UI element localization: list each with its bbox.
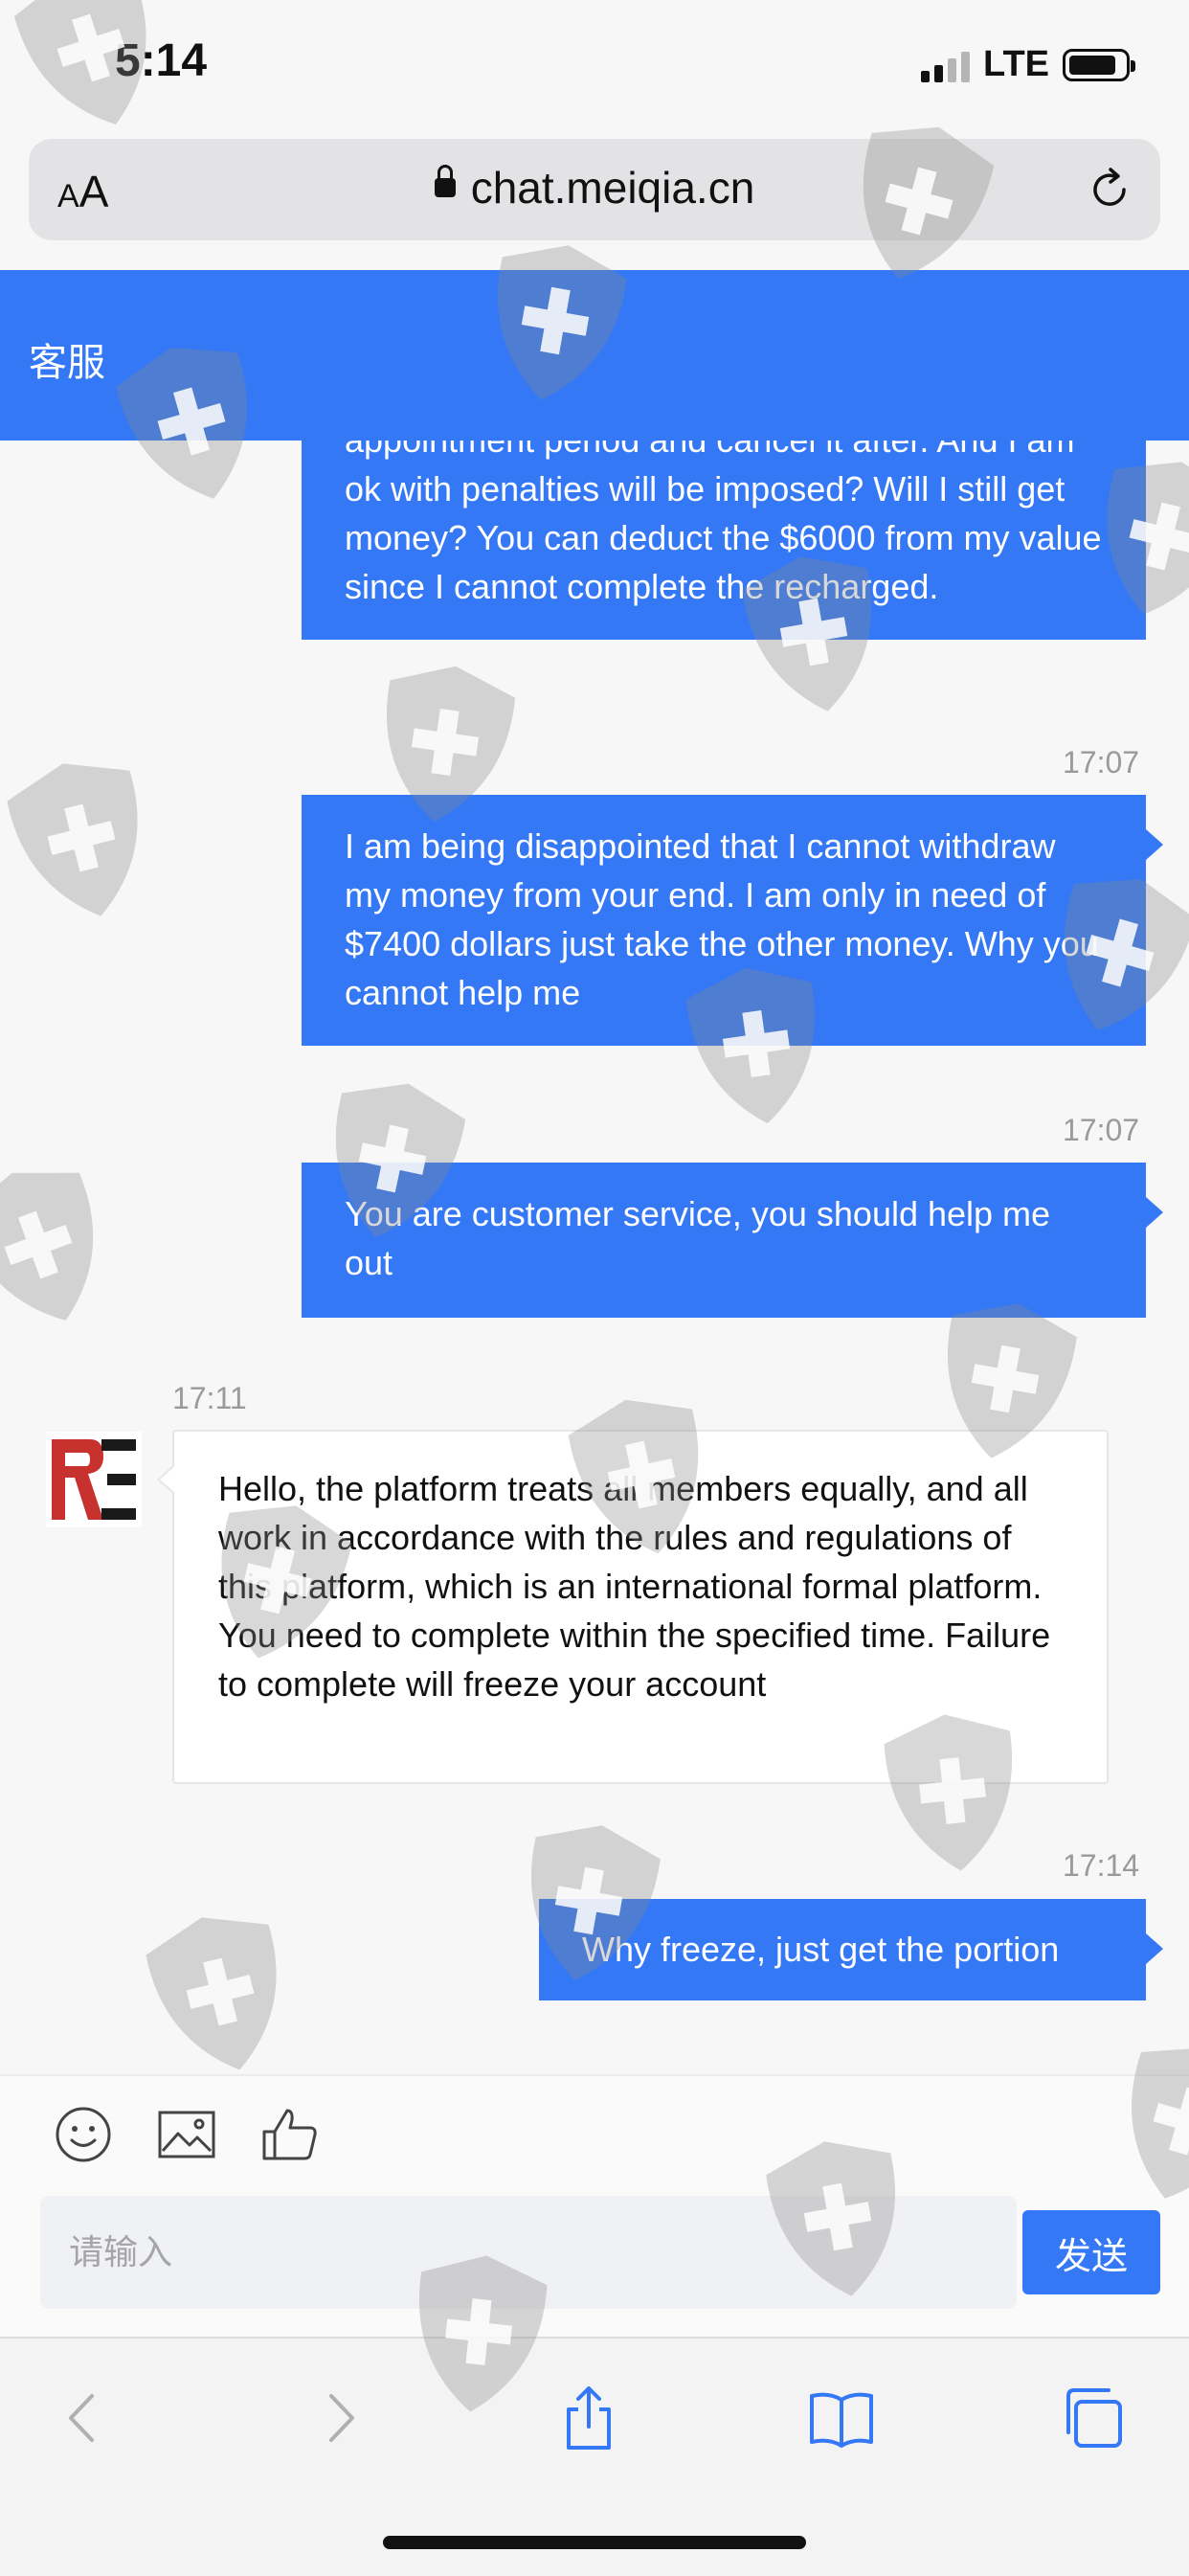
chat-header: 客服 bbox=[0, 270, 1189, 441]
message-outgoing: I am being disappointed that I cannot wi… bbox=[302, 795, 1163, 1046]
address-bar[interactable]: AA chat.meiqia.cn bbox=[29, 139, 1160, 240]
back-icon[interactable] bbox=[50, 2384, 117, 2452]
status-indicators: LTE bbox=[921, 44, 1135, 85]
message-outgoing: You are customer service, you should hel… bbox=[302, 1163, 1163, 1318]
message-timestamp: 17:07 bbox=[1063, 745, 1140, 780]
reload-icon[interactable] bbox=[1086, 166, 1133, 214]
tabs-icon[interactable] bbox=[1059, 2384, 1126, 2452]
network-label: LTE bbox=[983, 44, 1049, 84]
lock-icon bbox=[434, 164, 456, 197]
forward-icon[interactable] bbox=[306, 2384, 373, 2452]
message-outgoing: Why freeze, just get the portion bbox=[539, 1899, 1163, 2000]
message-timestamp: 17:11 bbox=[172, 1381, 247, 1415]
message-timestamp: 17:07 bbox=[1063, 1113, 1140, 1147]
thumbs-up-icon[interactable] bbox=[260, 2105, 320, 2164]
image-icon[interactable] bbox=[157, 2105, 216, 2164]
status-time: 5:14 bbox=[115, 35, 208, 86]
emoji-icon[interactable] bbox=[54, 2105, 113, 2164]
share-icon[interactable] bbox=[555, 2384, 622, 2452]
message-outgoing: appointment period and cancel it after. … bbox=[302, 441, 1146, 640]
url-display[interactable]: chat.meiqia.cn bbox=[29, 162, 1160, 214]
status-bar: 5:14 LTE bbox=[0, 0, 1189, 134]
message-input[interactable] bbox=[40, 2196, 1017, 2309]
chat-title: 客服 bbox=[29, 342, 105, 384]
url-text: chat.meiqia.cn bbox=[470, 163, 755, 213]
signal-icon bbox=[921, 48, 971, 82]
battery-icon bbox=[1063, 48, 1135, 81]
send-button[interactable]: 发送 bbox=[1022, 2210, 1160, 2294]
compose-area: 发送 bbox=[0, 2074, 1189, 2337]
chat-messages[interactable]: appointment period and cancel it after. … bbox=[0, 441, 1189, 2074]
home-indicator[interactable] bbox=[383, 2536, 806, 2549]
message-incoming: Hello, the platform treats all members e… bbox=[157, 1430, 1109, 1784]
bookmarks-icon[interactable] bbox=[808, 2384, 875, 2452]
message-timestamp: 17:14 bbox=[1063, 1848, 1140, 1883]
agent-avatar bbox=[46, 1432, 142, 1527]
